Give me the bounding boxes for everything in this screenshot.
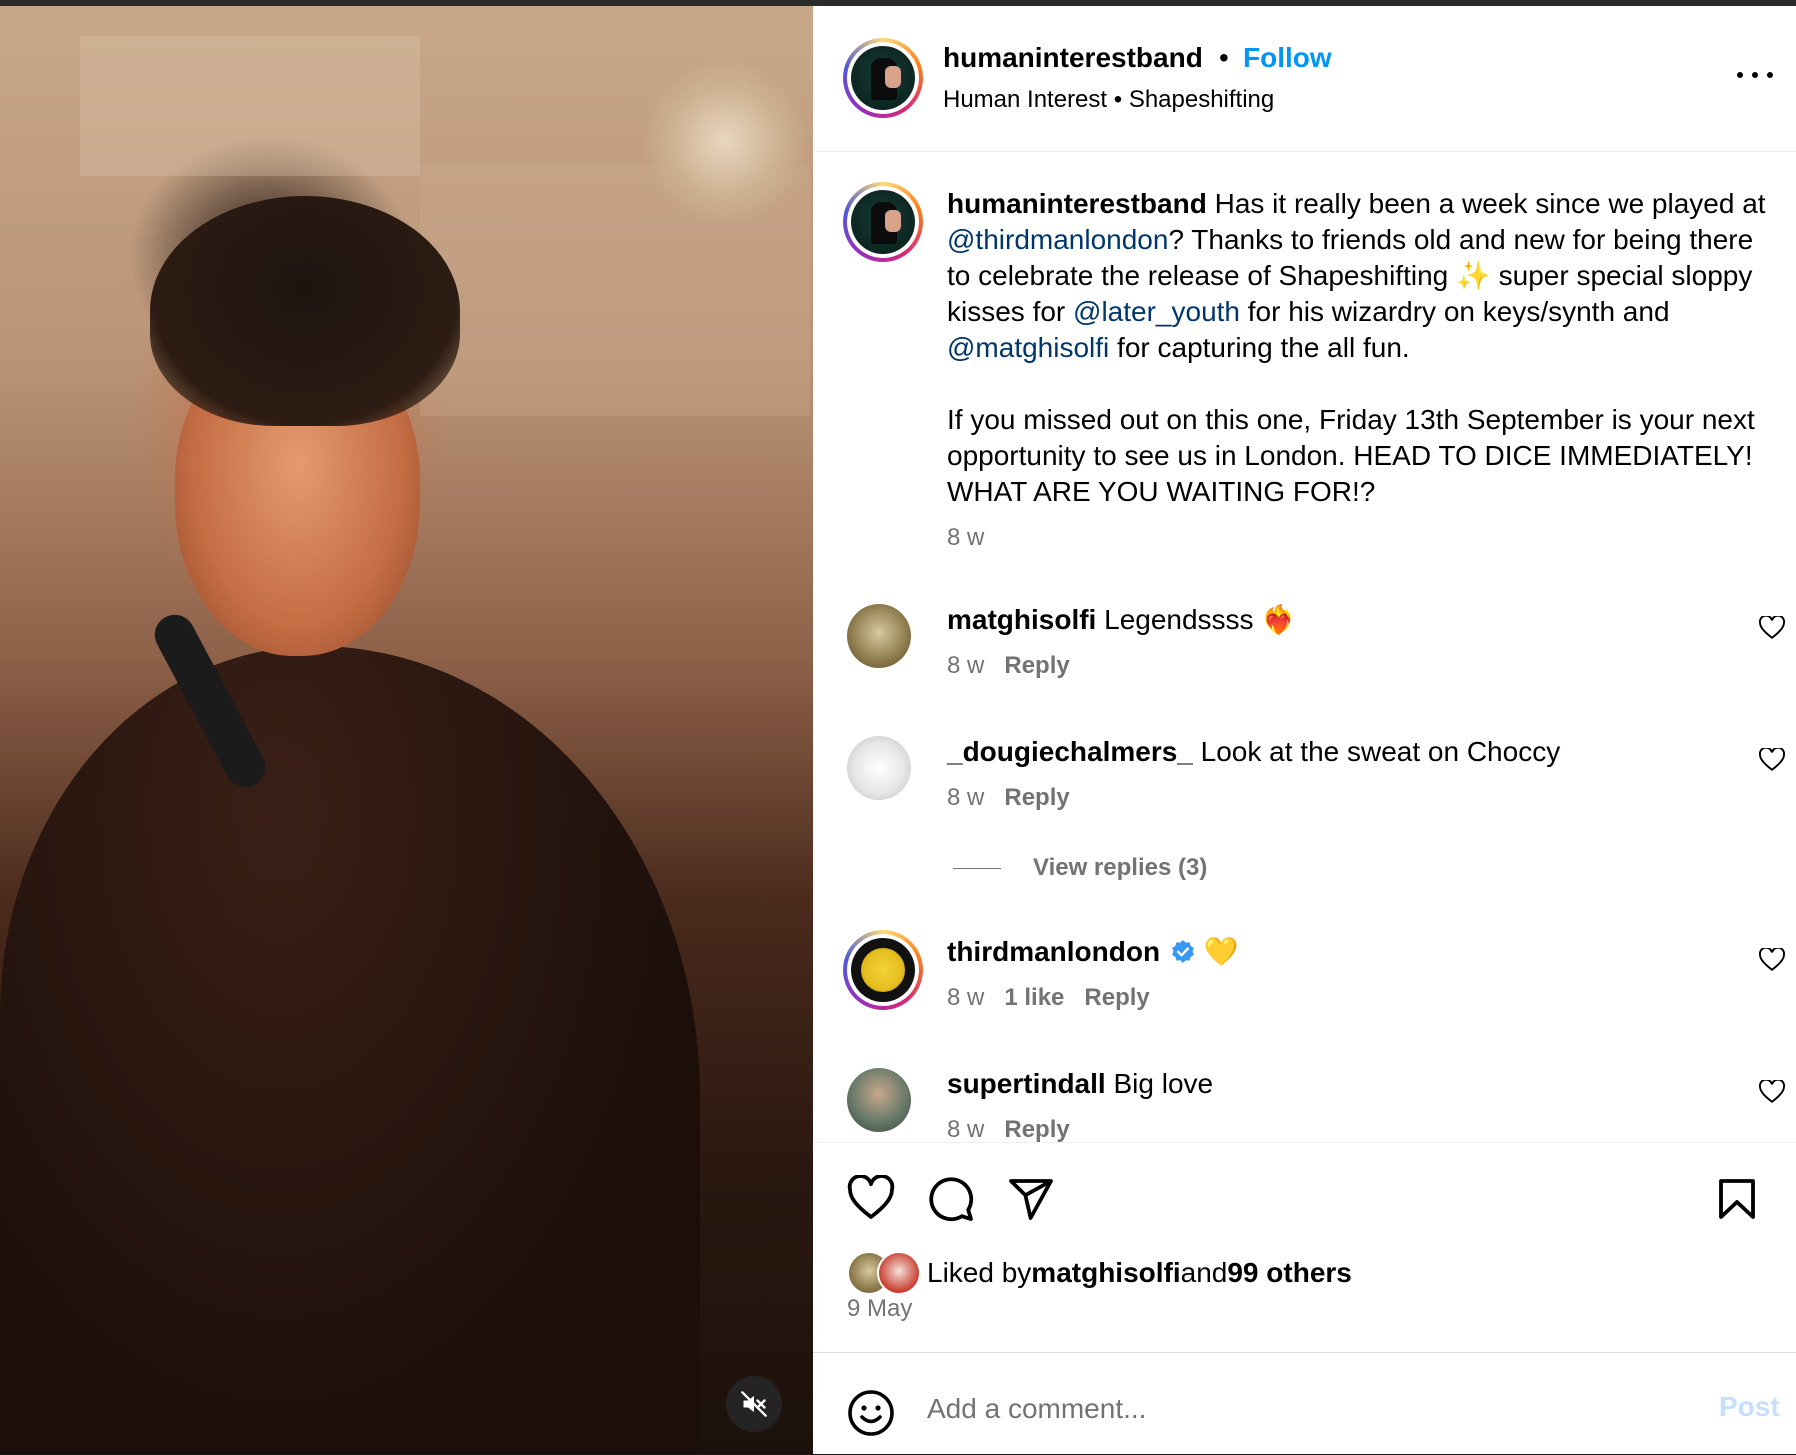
caption-text: Has it really been a week since we playe… [1206,188,1766,219]
post-actions: Liked by matghisolfi and 99 others 9 May [813,1142,1796,1360]
mute-button[interactable] [726,1376,782,1432]
comment-meta: 8 w Reply [947,784,1090,812]
comment-input[interactable] [925,1383,1689,1435]
more-options-icon[interactable] [1737,68,1773,82]
replies-divider [953,867,1001,869]
caption-timestamp[interactable]: 8 w [947,520,1767,556]
likes-summary: Liked by matghisolfi and 99 others [847,1251,1352,1295]
view-replies-label: View replies (3) [1033,854,1208,881]
verified-badge-icon [1172,940,1194,963]
caption-text: for his wizardry on keys/synth and [1240,296,1670,327]
comment-username[interactable]: _dougiechalmers_ [947,736,1193,767]
reply-button[interactable]: Reply [1084,984,1149,1011]
post-video[interactable] [0,6,813,1454]
commenter-avatar[interactable] [847,1068,911,1132]
separator-dot: • [1219,42,1229,73]
share-icon[interactable] [1007,1175,1055,1223]
liker-username[interactable]: matghisolfi [1031,1257,1180,1289]
likes-middle: and [1180,1257,1228,1288]
comment-text: _dougiechalmers_ Look at the sweat on Ch… [947,734,1560,770]
like-comment-icon[interactable] [1759,948,1785,972]
comment-username[interactable]: matghisolfi [947,604,1096,635]
mention-link[interactable]: @thirdmanlondon [947,224,1168,255]
post-panel: humaninterestband • Follow Human Interes… [813,6,1796,1454]
post-header: humaninterestband • Follow Human Interes… [813,6,1796,152]
post-comment-button[interactable]: Post [1719,1391,1780,1423]
comments-list[interactable]: humaninterestband Has it really been a w… [813,152,1796,1142]
add-comment-bar: Post [813,1352,1796,1455]
heart-icon[interactable] [847,1175,895,1223]
comment-body: Big love [1113,1068,1214,1099]
view-replies-button[interactable]: View replies (3) [953,854,1207,882]
comment-timestamp[interactable]: 8 w [947,1116,984,1142]
video-performer-hair [150,196,460,426]
reply-button[interactable]: Reply [1004,652,1069,679]
likes-prefix: Liked by [927,1257,1032,1288]
comment-timestamp[interactable]: 8 w [947,652,984,679]
video-background-panel [80,36,420,176]
author-avatar[interactable] [843,38,923,118]
audio-subtitle[interactable]: Human Interest • Shapeshifting [943,86,1274,114]
comment-body: 💛 [1203,936,1239,967]
comment-text: thirdmanlondon 💛 [947,934,1239,970]
author-username[interactable]: humaninterestband [943,42,1203,74]
caption-avatar[interactable] [843,182,923,262]
likes-others-link[interactable]: 99 others [1227,1257,1352,1289]
caption-username[interactable]: humaninterestband [947,188,1207,219]
video-performer-body [0,646,700,1454]
comment-body: Legendssss ❤️‍🔥 [1104,604,1297,635]
comment-body: Look at the sweat on Choccy [1200,736,1561,767]
caption-text: for capturing the all fun. [1109,332,1410,363]
emoji-icon[interactable] [847,1389,895,1437]
mention-link[interactable]: @later_youth [1073,296,1240,327]
commenter-avatar[interactable] [847,736,911,800]
like-comment-icon[interactable] [1759,1080,1785,1104]
comment-likes[interactable]: 1 like [1004,984,1064,1011]
mention-link[interactable]: @matghisolfi [947,332,1109,363]
like-comment-icon[interactable] [1759,748,1785,772]
reply-button[interactable]: Reply [1004,784,1069,811]
comment-timestamp[interactable]: 8 w [947,784,984,811]
comment-meta: 8 w 1 like Reply [947,984,1170,1012]
commenter-avatar[interactable] [843,930,923,1010]
liker-avatar [877,1251,921,1295]
speaker-muted-icon [741,1391,767,1417]
post-caption: humaninterestband Has it really been a w… [947,186,1767,556]
comment-username[interactable]: thirdmanlondon [947,936,1160,967]
comment-timestamp[interactable]: 8 w [947,984,984,1011]
comment-username[interactable]: supertindall [947,1068,1106,1099]
comment-meta: 8 w Reply [947,652,1090,680]
comment-text: supertindall Big love [947,1066,1213,1102]
comment-meta: 8 w Reply [947,1116,1090,1142]
comment-icon[interactable] [927,1175,975,1223]
caption-paragraph: If you missed out on this one, Friday 13… [947,404,1755,507]
reply-button[interactable]: Reply [1004,1116,1069,1142]
follow-button[interactable]: Follow [1243,42,1332,74]
bookmark-icon[interactable] [1713,1175,1761,1223]
comment-text: matghisolfi Legendssss ❤️‍🔥 [947,602,1296,638]
post-date[interactable]: 9 May [847,1295,912,1323]
like-comment-icon[interactable] [1759,616,1785,640]
commenter-avatar[interactable] [847,604,911,668]
video-wall-decoration [640,56,810,226]
